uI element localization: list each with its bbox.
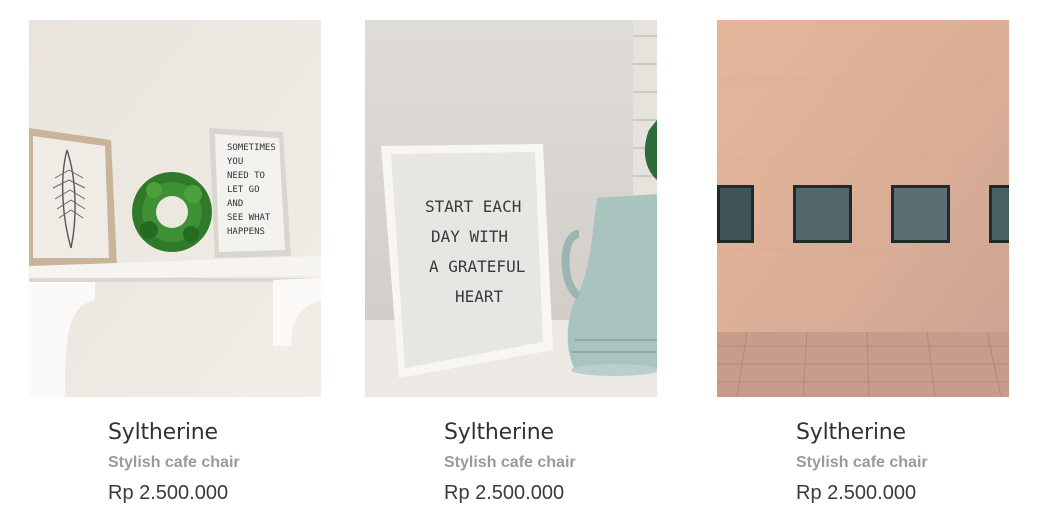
product-card[interactable]: Syltherine Stylish cafe chair Rp 2.500.0…	[717, 20, 1009, 506]
poster-text: SOMETIMES	[227, 143, 276, 153]
poster-text: START EACH	[425, 197, 521, 216]
poster-text: SEE WHAT	[227, 213, 271, 223]
product-price: Rp 2.500.000	[796, 482, 917, 504]
poster-text: AND	[227, 199, 243, 209]
product-name[interactable]: Syltherine	[444, 419, 657, 447]
product-price: Rp 2.500.000	[108, 482, 229, 504]
product-price: Rp 2.500.000	[444, 482, 565, 504]
product-card[interactable]: START EACH DAY WITH A GRATEFUL HEART Syl…	[365, 20, 657, 506]
product-subtitle: Stylish cafe chair	[108, 454, 240, 471]
product-name[interactable]: Syltherine	[108, 419, 321, 447]
product-image[interactable]	[717, 20, 1009, 397]
poster-text: LET GO	[227, 185, 260, 195]
product-subtitle: Stylish cafe chair	[796, 454, 928, 471]
frame-pitcher-photo: START EACH DAY WITH A GRATEFUL HEART	[365, 20, 657, 397]
product-image[interactable]: SOMETIMES YOU NEED TO LET GO AND SEE WHA…	[29, 20, 321, 397]
poster-text: HEART	[455, 287, 504, 306]
poster-text: HAPPENS	[227, 227, 265, 237]
product-card[interactable]: SOMETIMES YOU NEED TO LET GO AND SEE WHA…	[29, 20, 321, 506]
gallery-wall-photo	[717, 20, 1009, 397]
product-image[interactable]: START EACH DAY WITH A GRATEFUL HEART	[365, 20, 657, 397]
product-name[interactable]: Syltherine	[796, 419, 1009, 447]
poster-text: DAY WITH	[431, 227, 508, 246]
poster-text: A GRATEFUL	[429, 257, 525, 276]
poster-text: NEED TO	[227, 171, 265, 181]
product-subtitle: Stylish cafe chair	[444, 454, 576, 471]
shelf-photo: SOMETIMES YOU NEED TO LET GO AND SEE WHA…	[29, 20, 321, 397]
poster-text: YOU	[227, 157, 243, 167]
